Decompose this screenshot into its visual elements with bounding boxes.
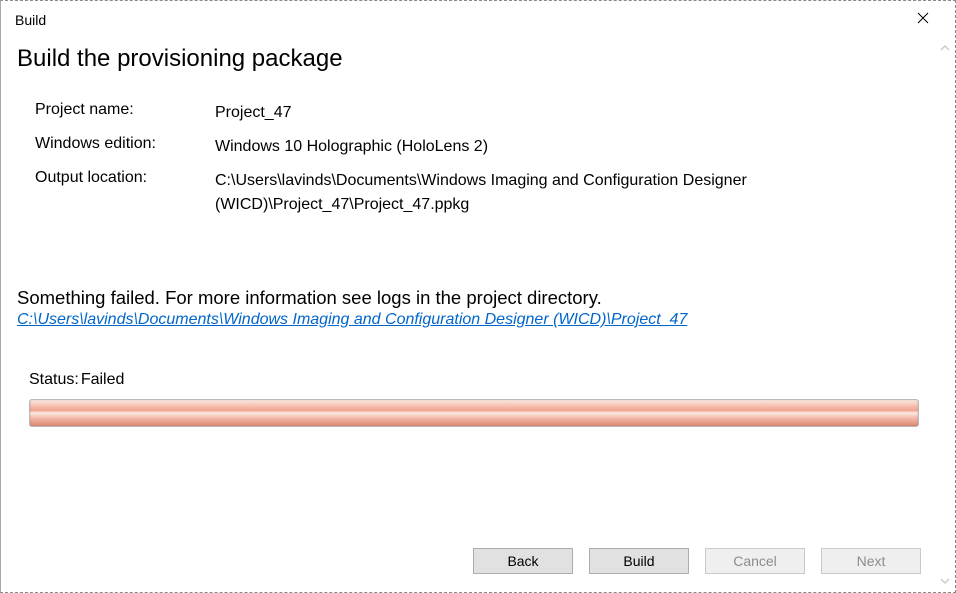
next-button: Next [821, 548, 921, 574]
status-row: Status: Failed [29, 371, 931, 389]
build-button[interactable]: Build [589, 548, 689, 574]
titlebar: Build [1, 1, 955, 37]
button-row: Back Build Cancel Next [473, 548, 921, 574]
window-title: Build [15, 12, 46, 28]
error-log-link[interactable]: C:\Users\lavinds\Documents\Windows Imagi… [17, 311, 687, 328]
row-output-location: Output location: C:\Users\lavinds\Docume… [35, 169, 931, 217]
row-windows-edition: Windows edition: Windows 10 Holographic … [35, 135, 931, 159]
cancel-button: Cancel [705, 548, 805, 574]
progress-bar [29, 399, 919, 427]
status-label: Status: [29, 371, 79, 389]
output-location-value: C:\Users\lavinds\Documents\Windows Imagi… [215, 169, 931, 217]
page-title: Build the provisioning package [17, 45, 931, 73]
info-table: Project name: Project_47 Windows edition… [35, 101, 931, 217]
project-name-label: Project name: [35, 101, 215, 125]
row-project-name: Project name: Project_47 [35, 101, 931, 125]
back-button[interactable]: Back [473, 548, 573, 574]
content-area: Build the provisioning package Project n… [1, 37, 955, 592]
close-icon[interactable] [903, 6, 943, 34]
project-name-value: Project_47 [215, 101, 931, 125]
windows-edition-value: Windows 10 Holographic (HoloLens 2) [215, 135, 931, 159]
status-value: Failed [81, 371, 125, 389]
output-location-label: Output location: [35, 169, 215, 217]
error-message: Something failed. For more information s… [17, 287, 931, 309]
error-section: Something failed. For more information s… [17, 287, 931, 329]
dialog-window: Build Build the provisioning package Pro… [0, 0, 956, 593]
windows-edition-label: Windows edition: [35, 135, 215, 159]
